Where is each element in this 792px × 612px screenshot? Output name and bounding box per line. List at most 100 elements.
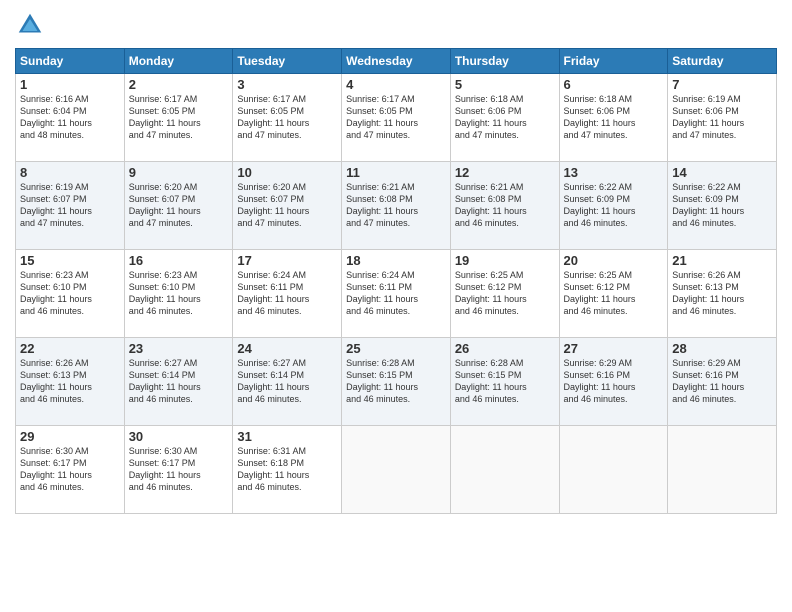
day-info: Sunrise: 6:28 AM Sunset: 6:15 PM Dayligh… — [346, 357, 446, 406]
calendar-cell: 16Sunrise: 6:23 AM Sunset: 6:10 PM Dayli… — [124, 250, 233, 338]
day-number: 10 — [237, 165, 337, 180]
day-number: 6 — [564, 77, 664, 92]
calendar-week-row: 22Sunrise: 6:26 AM Sunset: 6:13 PM Dayli… — [16, 338, 777, 426]
calendar-cell: 1Sunrise: 6:16 AM Sunset: 6:04 PM Daylig… — [16, 74, 125, 162]
calendar-day-header: Friday — [559, 49, 668, 74]
calendar-day-header: Thursday — [450, 49, 559, 74]
day-info: Sunrise: 6:23 AM Sunset: 6:10 PM Dayligh… — [129, 269, 229, 318]
day-info: Sunrise: 6:22 AM Sunset: 6:09 PM Dayligh… — [564, 181, 664, 230]
calendar-cell: 8Sunrise: 6:19 AM Sunset: 6:07 PM Daylig… — [16, 162, 125, 250]
day-number: 5 — [455, 77, 555, 92]
day-info: Sunrise: 6:29 AM Sunset: 6:16 PM Dayligh… — [672, 357, 772, 406]
day-number: 13 — [564, 165, 664, 180]
calendar-cell: 24Sunrise: 6:27 AM Sunset: 6:14 PM Dayli… — [233, 338, 342, 426]
day-number: 28 — [672, 341, 772, 356]
calendar-cell: 2Sunrise: 6:17 AM Sunset: 6:05 PM Daylig… — [124, 74, 233, 162]
calendar-week-row: 15Sunrise: 6:23 AM Sunset: 6:10 PM Dayli… — [16, 250, 777, 338]
day-number: 21 — [672, 253, 772, 268]
day-number: 4 — [346, 77, 446, 92]
calendar-day-header: Monday — [124, 49, 233, 74]
day-info: Sunrise: 6:26 AM Sunset: 6:13 PM Dayligh… — [20, 357, 120, 406]
logo-icon — [15, 10, 45, 40]
day-info: Sunrise: 6:25 AM Sunset: 6:12 PM Dayligh… — [455, 269, 555, 318]
day-info: Sunrise: 6:27 AM Sunset: 6:14 PM Dayligh… — [129, 357, 229, 406]
day-number: 1 — [20, 77, 120, 92]
calendar-cell: 30Sunrise: 6:30 AM Sunset: 6:17 PM Dayli… — [124, 426, 233, 514]
day-number: 9 — [129, 165, 229, 180]
calendar-cell: 21Sunrise: 6:26 AM Sunset: 6:13 PM Dayli… — [668, 250, 777, 338]
calendar-cell: 4Sunrise: 6:17 AM Sunset: 6:05 PM Daylig… — [342, 74, 451, 162]
day-number: 30 — [129, 429, 229, 444]
day-info: Sunrise: 6:25 AM Sunset: 6:12 PM Dayligh… — [564, 269, 664, 318]
calendar-cell: 13Sunrise: 6:22 AM Sunset: 6:09 PM Dayli… — [559, 162, 668, 250]
calendar-cell: 27Sunrise: 6:29 AM Sunset: 6:16 PM Dayli… — [559, 338, 668, 426]
calendar-cell: 28Sunrise: 6:29 AM Sunset: 6:16 PM Dayli… — [668, 338, 777, 426]
calendar-cell — [668, 426, 777, 514]
calendar-header-row: SundayMondayTuesdayWednesdayThursdayFrid… — [16, 49, 777, 74]
calendar-cell: 14Sunrise: 6:22 AM Sunset: 6:09 PM Dayli… — [668, 162, 777, 250]
calendar-day-header: Tuesday — [233, 49, 342, 74]
day-info: Sunrise: 6:27 AM Sunset: 6:14 PM Dayligh… — [237, 357, 337, 406]
day-info: Sunrise: 6:16 AM Sunset: 6:04 PM Dayligh… — [20, 93, 120, 142]
day-info: Sunrise: 6:17 AM Sunset: 6:05 PM Dayligh… — [346, 93, 446, 142]
calendar-cell: 17Sunrise: 6:24 AM Sunset: 6:11 PM Dayli… — [233, 250, 342, 338]
day-number: 15 — [20, 253, 120, 268]
calendar-week-row: 8Sunrise: 6:19 AM Sunset: 6:07 PM Daylig… — [16, 162, 777, 250]
calendar-cell: 20Sunrise: 6:25 AM Sunset: 6:12 PM Dayli… — [559, 250, 668, 338]
calendar-cell: 6Sunrise: 6:18 AM Sunset: 6:06 PM Daylig… — [559, 74, 668, 162]
day-info: Sunrise: 6:23 AM Sunset: 6:10 PM Dayligh… — [20, 269, 120, 318]
day-info: Sunrise: 6:31 AM Sunset: 6:18 PM Dayligh… — [237, 445, 337, 494]
day-info: Sunrise: 6:21 AM Sunset: 6:08 PM Dayligh… — [455, 181, 555, 230]
day-info: Sunrise: 6:26 AM Sunset: 6:13 PM Dayligh… — [672, 269, 772, 318]
calendar-cell: 19Sunrise: 6:25 AM Sunset: 6:12 PM Dayli… — [450, 250, 559, 338]
day-info: Sunrise: 6:22 AM Sunset: 6:09 PM Dayligh… — [672, 181, 772, 230]
day-number: 2 — [129, 77, 229, 92]
day-number: 17 — [237, 253, 337, 268]
day-info: Sunrise: 6:21 AM Sunset: 6:08 PM Dayligh… — [346, 181, 446, 230]
calendar-cell: 23Sunrise: 6:27 AM Sunset: 6:14 PM Dayli… — [124, 338, 233, 426]
logo — [15, 10, 49, 40]
calendar-cell — [559, 426, 668, 514]
calendar-cell: 12Sunrise: 6:21 AM Sunset: 6:08 PM Dayli… — [450, 162, 559, 250]
day-number: 18 — [346, 253, 446, 268]
day-info: Sunrise: 6:24 AM Sunset: 6:11 PM Dayligh… — [346, 269, 446, 318]
day-number: 26 — [455, 341, 555, 356]
calendar-day-header: Saturday — [668, 49, 777, 74]
day-number: 11 — [346, 165, 446, 180]
day-info: Sunrise: 6:29 AM Sunset: 6:16 PM Dayligh… — [564, 357, 664, 406]
day-number: 8 — [20, 165, 120, 180]
calendar-day-header: Wednesday — [342, 49, 451, 74]
calendar-week-row: 29Sunrise: 6:30 AM Sunset: 6:17 PM Dayli… — [16, 426, 777, 514]
day-number: 7 — [672, 77, 772, 92]
day-info: Sunrise: 6:19 AM Sunset: 6:06 PM Dayligh… — [672, 93, 772, 142]
day-info: Sunrise: 6:17 AM Sunset: 6:05 PM Dayligh… — [129, 93, 229, 142]
calendar-cell: 26Sunrise: 6:28 AM Sunset: 6:15 PM Dayli… — [450, 338, 559, 426]
day-number: 14 — [672, 165, 772, 180]
calendar-cell: 5Sunrise: 6:18 AM Sunset: 6:06 PM Daylig… — [450, 74, 559, 162]
calendar-cell: 29Sunrise: 6:30 AM Sunset: 6:17 PM Dayli… — [16, 426, 125, 514]
calendar-cell: 31Sunrise: 6:31 AM Sunset: 6:18 PM Dayli… — [233, 426, 342, 514]
day-number: 3 — [237, 77, 337, 92]
day-info: Sunrise: 6:18 AM Sunset: 6:06 PM Dayligh… — [564, 93, 664, 142]
day-info: Sunrise: 6:28 AM Sunset: 6:15 PM Dayligh… — [455, 357, 555, 406]
calendar-cell: 25Sunrise: 6:28 AM Sunset: 6:15 PM Dayli… — [342, 338, 451, 426]
day-number: 20 — [564, 253, 664, 268]
day-number: 16 — [129, 253, 229, 268]
day-info: Sunrise: 6:30 AM Sunset: 6:17 PM Dayligh… — [20, 445, 120, 494]
day-number: 24 — [237, 341, 337, 356]
day-info: Sunrise: 6:20 AM Sunset: 6:07 PM Dayligh… — [129, 181, 229, 230]
calendar-cell — [342, 426, 451, 514]
day-number: 31 — [237, 429, 337, 444]
calendar: SundayMondayTuesdayWednesdayThursdayFrid… — [15, 48, 777, 514]
day-number: 29 — [20, 429, 120, 444]
header — [15, 10, 777, 40]
calendar-cell: 3Sunrise: 6:17 AM Sunset: 6:05 PM Daylig… — [233, 74, 342, 162]
day-number: 25 — [346, 341, 446, 356]
page: SundayMondayTuesdayWednesdayThursdayFrid… — [0, 0, 792, 612]
calendar-cell: 7Sunrise: 6:19 AM Sunset: 6:06 PM Daylig… — [668, 74, 777, 162]
calendar-cell: 18Sunrise: 6:24 AM Sunset: 6:11 PM Dayli… — [342, 250, 451, 338]
calendar-cell: 11Sunrise: 6:21 AM Sunset: 6:08 PM Dayli… — [342, 162, 451, 250]
day-info: Sunrise: 6:30 AM Sunset: 6:17 PM Dayligh… — [129, 445, 229, 494]
calendar-cell: 9Sunrise: 6:20 AM Sunset: 6:07 PM Daylig… — [124, 162, 233, 250]
day-number: 12 — [455, 165, 555, 180]
